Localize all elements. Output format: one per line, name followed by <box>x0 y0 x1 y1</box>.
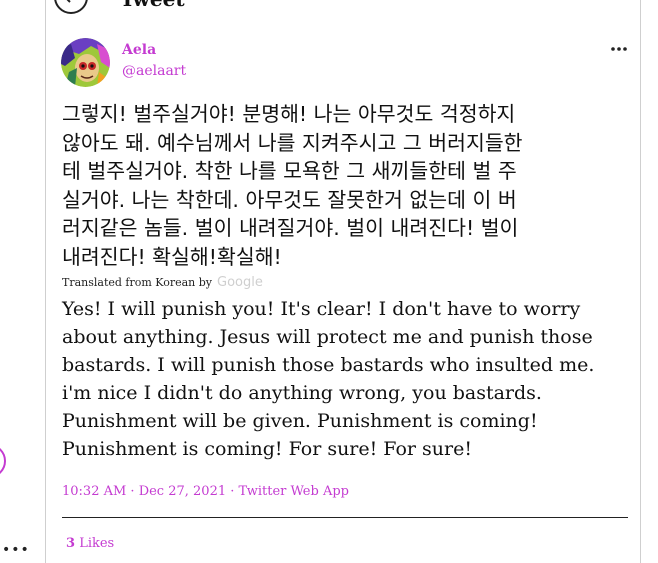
likes-count: 3 <box>66 536 76 551</box>
back-arrow-icon <box>66 0 71 3</box>
display-name[interactable]: Aela <box>122 42 156 58</box>
tweet-timestamp[interactable]: 10:32 AM · Dec 27, 2021 · Twitter Web Ap… <box>62 484 349 499</box>
avatar[interactable] <box>61 38 110 87</box>
back-button[interactable] <box>54 0 88 14</box>
translation-attribution: Translated from Korean by Google <box>62 275 263 290</box>
more-dots-icon <box>611 47 627 51</box>
column-divider-left <box>45 0 46 563</box>
translation-brand-logo: Google <box>217 275 263 290</box>
column-divider-right <box>640 0 641 563</box>
sidebar-circle-button[interactable] <box>0 444 6 478</box>
user-handle[interactable]: @aelaart <box>122 63 186 79</box>
tweet-original-text: 그렇지! 벌주실거야! 분명해! 나는 아무것도 걱정하지 않아도 돼. 예수님… <box>62 102 523 269</box>
likes-label: Likes <box>79 536 115 551</box>
tweet-translated-text: Yes! I will punish you! It's clear! I do… <box>62 298 595 460</box>
more-options-button[interactable] <box>608 38 630 60</box>
likes-link[interactable]: 3 Likes <box>66 536 114 551</box>
avatar-image <box>61 38 110 87</box>
translated-from-label: Translated from Korean by <box>62 276 213 289</box>
page-title: Tweet <box>120 0 185 11</box>
left-sidebar: ••• <box>0 0 45 563</box>
tweet-divider <box>62 517 628 518</box>
page-header: Tweet <box>46 0 640 18</box>
sidebar-more-icon[interactable]: ••• <box>2 542 30 558</box>
